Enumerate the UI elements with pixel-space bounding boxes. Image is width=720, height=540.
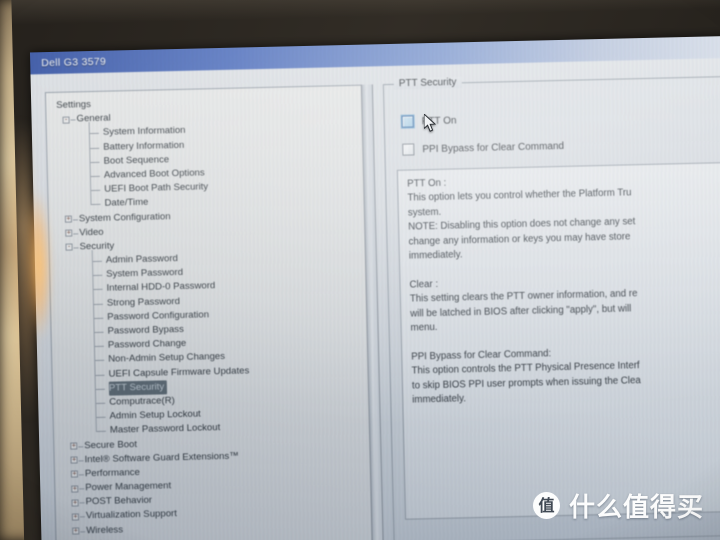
settings-tree[interactable]: Settings - General System Information Batter… bbox=[54, 92, 373, 540]
settings-tree-panel[interactable]: Settings - General System Information Batter… bbox=[44, 84, 373, 540]
tree-connector bbox=[92, 289, 103, 291]
tree-item-label: Security bbox=[79, 240, 115, 253]
tree-connector bbox=[89, 175, 100, 178]
ptt-on-checkbox[interactable] bbox=[401, 115, 414, 128]
tree-item-label: General bbox=[76, 112, 111, 125]
watermark-text: 什么值得买 bbox=[568, 493, 704, 523]
tree-connector bbox=[94, 374, 105, 376]
tree-connector bbox=[78, 459, 84, 462]
tree-item-label: Video bbox=[79, 226, 104, 239]
tree-connector bbox=[95, 402, 106, 404]
tree-item-label: PTT Security bbox=[108, 380, 168, 396]
tree-item-label: Secure Boot bbox=[84, 438, 138, 451]
tree-item-label: Date/Time bbox=[104, 197, 149, 210]
tree-connector bbox=[93, 317, 104, 319]
bezel-highlight bbox=[11, 0, 720, 26]
tree-item-label: Wireless bbox=[86, 524, 124, 536]
tree-item-label: Performance bbox=[84, 466, 140, 480]
tree-connector bbox=[78, 445, 84, 447]
expand-icon[interactable]: + bbox=[71, 499, 79, 507]
tree-connector bbox=[90, 204, 101, 206]
tree-connector bbox=[89, 147, 100, 149]
groupbox-title: PTT Security bbox=[393, 76, 462, 90]
bios-client-area: Settings - General System Information Batter… bbox=[30, 57, 720, 540]
tree-connector bbox=[91, 260, 102, 263]
expand-icon[interactable]: + bbox=[70, 470, 79, 479]
tree-connector bbox=[79, 516, 85, 518]
tree-connector bbox=[80, 530, 86, 533]
tree-connector bbox=[79, 488, 85, 490]
bios-screen: Dell G3 3579 Settings - General System Info… bbox=[29, 35, 720, 540]
expand-icon[interactable]: + bbox=[72, 527, 80, 535]
expand-icon[interactable]: + bbox=[70, 456, 78, 464]
expand-icon[interactable]: + bbox=[64, 215, 72, 223]
tree-connector bbox=[78, 474, 84, 476]
tree-connector bbox=[89, 161, 100, 163]
tree-connector bbox=[93, 345, 104, 348]
tree-connector bbox=[93, 331, 104, 334]
tree-connector bbox=[73, 247, 79, 249]
collapse-icon[interactable]: - bbox=[62, 116, 70, 124]
description-text: PTT On : This option lets you control wh… bbox=[407, 177, 641, 406]
tree-connector bbox=[73, 233, 79, 235]
expand-icon[interactable]: + bbox=[71, 485, 79, 493]
expand-icon[interactable]: + bbox=[71, 513, 80, 521]
watermark: 值 什么值得买 bbox=[532, 487, 704, 524]
tree-item-label: Settings bbox=[56, 99, 92, 111]
tree-connector bbox=[79, 502, 85, 504]
expand-icon[interactable]: + bbox=[70, 442, 78, 450]
laptop-screen-photo: Dell G3 3579 Settings - General System Info… bbox=[0, 0, 720, 540]
screen-surface: Dell G3 3579 Settings - General System Info… bbox=[29, 35, 720, 540]
content-panel: PTT Security PTT On PPI Bypass for Clear… bbox=[382, 70, 720, 540]
tree-connector bbox=[72, 218, 78, 220]
tree-connector bbox=[94, 388, 105, 390]
expand-icon[interactable]: + bbox=[65, 229, 73, 237]
mouse-cursor bbox=[424, 114, 437, 132]
tree-item-label: Boot Sequence bbox=[103, 153, 170, 167]
ppi-bypass-checkbox[interactable] bbox=[402, 143, 415, 156]
watermark-badge: 值 bbox=[532, 492, 560, 519]
tree-connector bbox=[88, 133, 99, 135]
tree-connector bbox=[95, 416, 106, 419]
collapse-icon[interactable]: - bbox=[65, 243, 73, 252]
tree-connector bbox=[94, 360, 105, 362]
tree-item-label: Computrace(R) bbox=[109, 395, 175, 408]
tree-connector bbox=[92, 275, 103, 277]
tree-connector bbox=[95, 431, 106, 433]
tree-connector bbox=[92, 303, 103, 305]
tree-connector bbox=[90, 189, 101, 192]
tree-connector bbox=[70, 119, 76, 121]
description-box: PTT On : This option lets you control wh… bbox=[396, 161, 720, 520]
